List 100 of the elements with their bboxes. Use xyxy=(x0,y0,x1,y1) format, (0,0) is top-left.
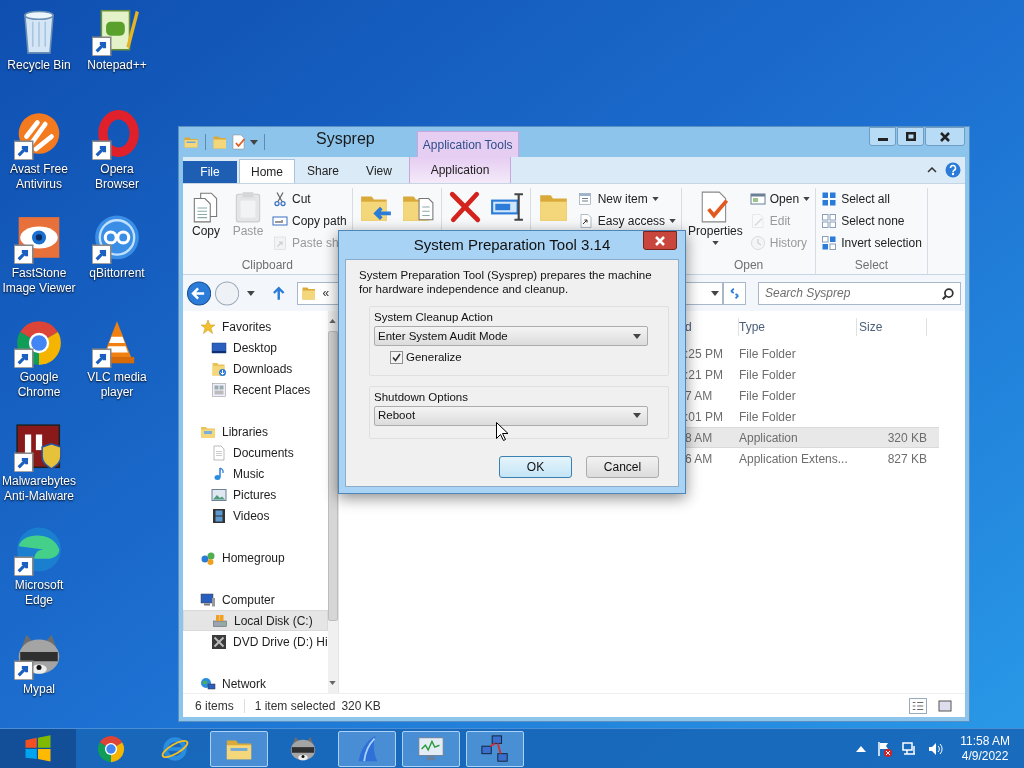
nav-item[interactable]: Desktop xyxy=(183,337,328,358)
date-cell-text: :21 PM xyxy=(685,366,724,384)
show-hidden-icons-icon[interactable] xyxy=(856,745,867,752)
ribbon-button[interactable]: Select all xyxy=(819,188,924,210)
back-button[interactable] xyxy=(187,280,212,306)
ribbon-button[interactable]: Open xyxy=(747,188,813,210)
taskbar-button[interactable] xyxy=(338,730,396,767)
window-title: Sysprep xyxy=(316,129,375,149)
icon-label[interactable]: VLC media player xyxy=(78,370,156,400)
scroll-thumb[interactable] xyxy=(327,331,338,621)
dialog-button[interactable]: OK xyxy=(499,456,572,478)
scroll-down-icon[interactable] xyxy=(329,681,337,685)
page-check-icon[interactable] xyxy=(231,134,247,150)
ribbon-button[interactable]: Invert selection xyxy=(819,232,924,254)
ribbon-button[interactable]: Cut xyxy=(270,188,349,210)
ribbon-button[interactable]: New item xyxy=(575,188,679,210)
nav-item[interactable]: Recent Places xyxy=(183,379,328,400)
tab[interactable]: Home xyxy=(239,159,295,183)
new-item-icon xyxy=(577,191,594,207)
nav-item[interactable]: Music xyxy=(183,463,328,484)
icon-label[interactable]: qBittorrent xyxy=(78,266,156,281)
dropdown[interactable]: Enter System Audit Mode xyxy=(374,326,648,347)
group-label: Shutdown Options xyxy=(374,389,469,405)
search-icon xyxy=(941,286,955,301)
icon-label[interactable]: Microsoft Edge xyxy=(0,578,78,608)
nav-item[interactable]: Computer xyxy=(183,589,328,610)
nav-item[interactable]: Downloads xyxy=(183,358,328,379)
dropdown[interactable]: Reboot xyxy=(374,405,648,426)
column-header[interactable]: Size xyxy=(857,318,927,336)
nav-item[interactable]: Local Disk (C:) xyxy=(183,610,328,631)
details-view-icon[interactable] xyxy=(909,697,927,714)
taskbar-button[interactable] xyxy=(210,730,268,767)
icon-label[interactable]: Avast Free Antivirus xyxy=(0,162,78,192)
nav-item[interactable]: Favorites xyxy=(183,316,328,337)
folder-icon xyxy=(300,285,317,301)
disc-drive-icon xyxy=(211,633,227,650)
scrollbar[interactable] xyxy=(327,311,338,693)
nav-item[interactable]: DVD Drive (D:) Hi xyxy=(183,631,328,652)
flag-x-icon[interactable] xyxy=(876,740,893,757)
icon-label[interactable]: Opera Browser xyxy=(78,162,156,192)
type-cell-text: Application Extens... xyxy=(739,450,849,468)
tab[interactable]: View xyxy=(351,159,407,183)
picture-frame-icon xyxy=(211,486,227,503)
taskbar-button[interactable] xyxy=(402,730,460,767)
close-button[interactable] xyxy=(925,127,965,146)
download-folder-icon xyxy=(211,360,227,377)
nav-item[interactable]: Network xyxy=(183,673,328,693)
ribbon-button[interactable]: Copy xyxy=(186,188,226,239)
search-field[interactable]: Search Sysprep xyxy=(758,281,961,305)
icon-label[interactable]: Recycle Bin xyxy=(0,58,78,73)
nav-item[interactable]: Libraries xyxy=(183,421,328,442)
cross-icon xyxy=(447,190,482,224)
icon-label[interactable]: FastStone Image Viewer xyxy=(0,266,78,296)
icon-label[interactable]: Notepad++ xyxy=(78,58,156,73)
tricolor-circle-icon[interactable] xyxy=(14,318,64,368)
icon-label[interactable]: Google Chrome xyxy=(0,370,78,400)
refresh-button[interactable] xyxy=(722,281,746,305)
swirl-icon[interactable] xyxy=(14,526,64,576)
column-header[interactable]: Type xyxy=(739,318,857,336)
collapse-ribbon-icon[interactable] xyxy=(927,167,937,173)
computer-icon xyxy=(200,591,216,608)
ribbon-button[interactable]: Easy access xyxy=(575,210,679,232)
tab[interactable]: File xyxy=(183,161,237,183)
ribbon-button[interactable]: Properties xyxy=(685,188,746,245)
ribbon-button[interactable]: Copy path xyxy=(270,210,349,232)
help-icon[interactable] xyxy=(945,162,961,178)
date-cell-text: 8 AM xyxy=(685,429,714,447)
date-cell-text: 6 AM xyxy=(685,450,714,468)
caret-icon xyxy=(651,197,659,201)
minimize-button[interactable] xyxy=(869,127,896,146)
ribbon-button[interactable]: Select none xyxy=(819,210,924,232)
ring-icon[interactable] xyxy=(92,110,142,160)
checkbox[interactable]: Generalize xyxy=(390,349,664,367)
close-button[interactable] xyxy=(643,231,677,250)
large-icons-view-icon[interactable] xyxy=(937,697,953,714)
dialog-button[interactable]: Cancel xyxy=(586,456,659,478)
up-arrow-icon[interactable] xyxy=(271,285,287,301)
breadcrumb-chevron[interactable]: « xyxy=(322,284,330,302)
scroll-up-icon[interactable] xyxy=(329,319,337,323)
circle-loops-icon[interactable] xyxy=(92,214,142,264)
checkbox-icon[interactable] xyxy=(390,351,403,365)
nav-item[interactable]: Documents xyxy=(183,442,328,463)
scissors-icon xyxy=(272,191,288,207)
shield-icon[interactable] xyxy=(14,422,64,472)
tab[interactable]: Share xyxy=(295,159,351,183)
grid-outline-icon xyxy=(821,213,838,229)
tab[interactable]: Application xyxy=(409,157,511,183)
size-cell-text: 827 KB xyxy=(886,450,927,468)
nav-item[interactable]: Videos xyxy=(183,505,328,526)
icon-label[interactable]: Malwarebytes Anti-Malware xyxy=(0,474,78,504)
clock-time[interactable]: 11:58 AM xyxy=(960,733,1010,749)
clock-date[interactable]: 4/9/2022 xyxy=(961,748,1009,764)
taskbar-button[interactable] xyxy=(466,730,524,767)
nav-item[interactable]: Homegroup xyxy=(183,547,328,568)
caret-icon xyxy=(710,290,719,296)
nav-item[interactable]: Pictures xyxy=(183,484,328,505)
start-button[interactable] xyxy=(0,728,76,768)
caret-icon xyxy=(711,241,719,245)
icon-label[interactable]: Mypal xyxy=(0,682,78,697)
maximize-button[interactable] xyxy=(897,127,924,146)
